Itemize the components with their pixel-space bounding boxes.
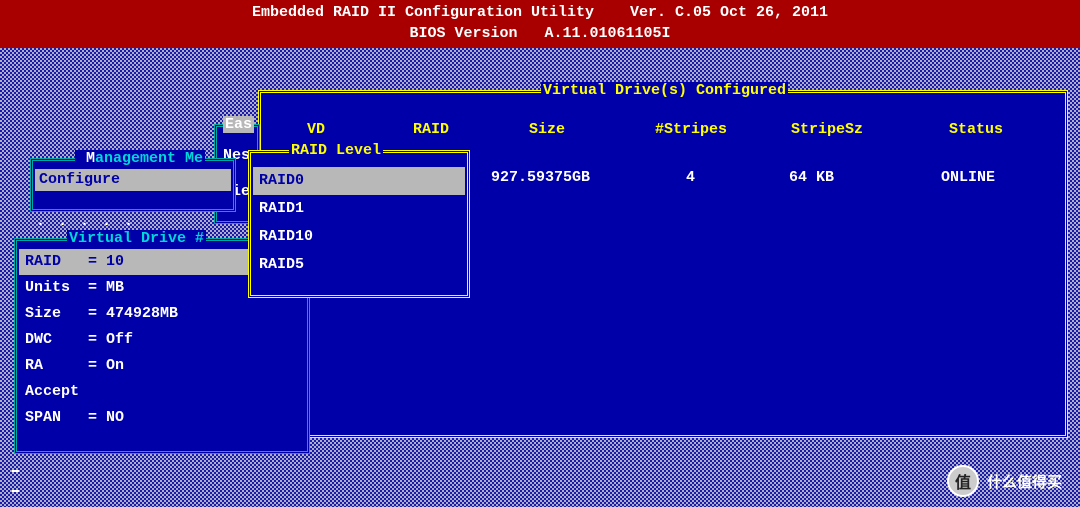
watermark-icon: 值	[947, 465, 979, 497]
dots: . . . . .	[36, 213, 135, 230]
cursor-pixel	[12, 490, 19, 492]
frag-eas: Eas	[223, 116, 254, 133]
panel-title-raid-level: RAID Level	[289, 142, 383, 159]
raid-option-raid10[interactable]: RAID10	[253, 223, 465, 251]
col-size: Size	[529, 121, 565, 138]
menu-item-configure[interactable]: Configure	[35, 169, 231, 191]
raid-option-raid1[interactable]: RAID1	[253, 195, 465, 223]
vd-param-accept[interactable]: Accept	[19, 379, 305, 405]
watermark: 值 什么值得买	[947, 465, 1062, 497]
vd-param-dwc[interactable]: DWC = Off	[19, 327, 305, 353]
cursor-pixel	[12, 470, 19, 472]
cell-size: 927.59375GB	[491, 169, 590, 186]
panel-title-vdnum: Virtual Drive #	[67, 230, 206, 247]
raid-option-raid5[interactable]: RAID5	[253, 251, 465, 279]
col-raid: RAID	[413, 121, 449, 138]
vd-param-ra[interactable]: RA = On	[19, 353, 305, 379]
cell-stripes: 4	[686, 169, 695, 186]
col-stripesz: StripeSz	[791, 121, 863, 138]
panel-management-menu: Management Me Configure	[30, 158, 236, 212]
col-stripes: #Stripes	[655, 121, 727, 138]
col-status: Status	[949, 121, 1003, 138]
vd-param-size[interactable]: Size = 474928MB	[19, 301, 305, 327]
vd-param-span[interactable]: SPAN = NO	[19, 405, 305, 431]
watermark-text: 什么值得买	[987, 471, 1062, 492]
panel-title-configured: Virtual Drive(s) Configured	[541, 82, 788, 99]
panel-title-management: Management Me	[75, 150, 205, 167]
header-bar: Embedded RAID II Configuration Utility V…	[0, 0, 1080, 48]
cell-stripesz: 64 KB	[789, 169, 834, 186]
col-vd: VD	[307, 121, 325, 138]
cell-status: ONLINE	[941, 169, 995, 186]
raid-option-raid0[interactable]: RAID0	[253, 167, 465, 195]
header-title: Embedded RAID II Configuration Utility V…	[0, 0, 1080, 21]
header-bios-version: BIOS Version A.11.01061105I	[0, 21, 1080, 42]
panel-raid-level: RAID Level RAID0RAID1RAID10RAID5	[248, 150, 470, 298]
